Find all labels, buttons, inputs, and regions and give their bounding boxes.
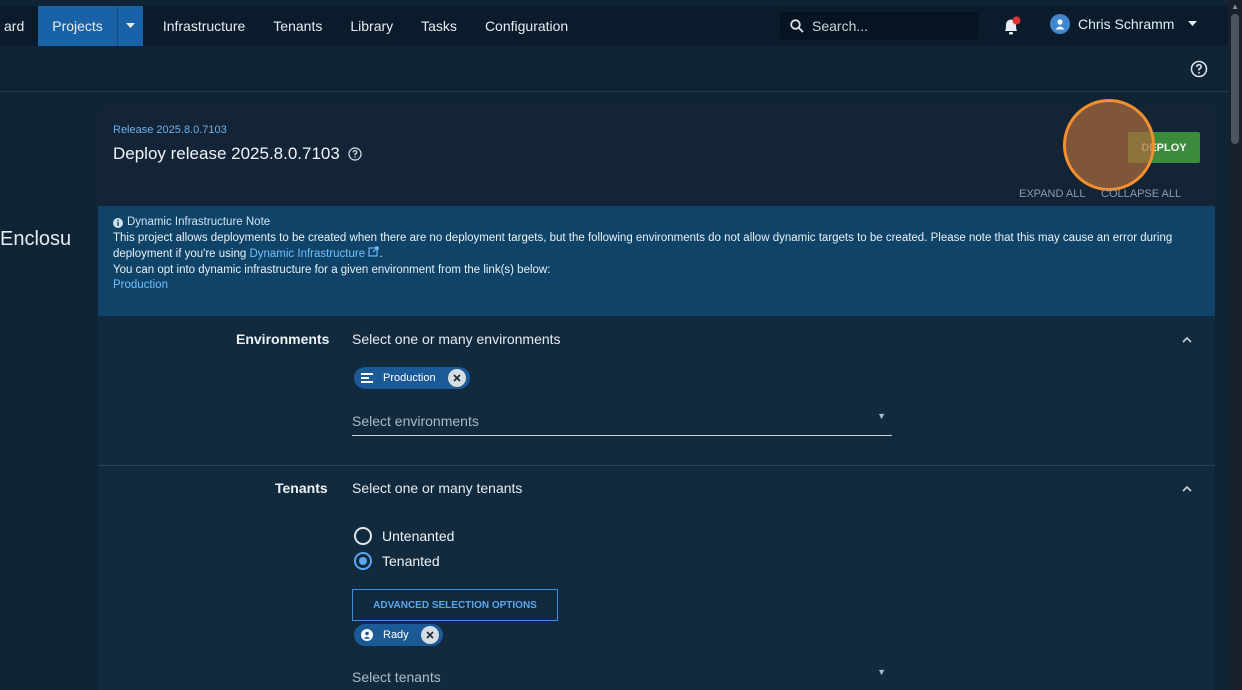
nav-dashboard[interactable]: ard xyxy=(0,6,38,46)
help-circle-icon[interactable] xyxy=(1190,60,1208,78)
environment-icon xyxy=(361,373,373,383)
production-env-link[interactable]: Production xyxy=(113,278,1200,294)
section-divider xyxy=(98,465,1215,466)
nav-library[interactable]: Library xyxy=(336,6,407,46)
radio-button[interactable] xyxy=(354,527,372,545)
dynamic-infrastructure-note: Dynamic Infrastructure Note This project… xyxy=(98,206,1215,316)
page-subheader xyxy=(0,46,1228,92)
page-title-text: Deploy release 2025.8.0.7103 xyxy=(113,144,340,163)
note-body: This project allows deployments to be cr… xyxy=(113,231,1200,263)
avatar xyxy=(1050,14,1070,34)
nav-projects[interactable]: Projects xyxy=(38,6,117,46)
collapse-all-link[interactable]: COLLAPSE ALL xyxy=(1101,188,1181,200)
nav-infrastructure[interactable]: Infrastructure xyxy=(149,6,259,46)
info-icon xyxy=(113,217,123,228)
remove-chip-icon[interactable] xyxy=(447,369,466,387)
release-breadcrumb-link[interactable]: Release 2025.8.0.7103 xyxy=(113,124,227,136)
nav-tenants[interactable]: Tenants xyxy=(259,6,336,46)
advanced-selection-options-button[interactable]: ADVANCED SELECTION OPTIONS xyxy=(352,589,558,621)
environments-select[interactable]: Select environments ▼ xyxy=(352,408,892,436)
tenants-select[interactable]: Select tenants ▼ xyxy=(352,664,892,690)
radio-tenanted-label: Tenanted xyxy=(382,553,440,569)
radio-tenanted[interactable]: Tenanted xyxy=(354,552,440,570)
radio-button-checked[interactable] xyxy=(354,552,372,570)
environment-chip-production: Production xyxy=(354,367,470,389)
chevron-up-icon[interactable] xyxy=(1182,481,1192,495)
caret-down-icon xyxy=(125,23,135,28)
page-title: Deploy release 2025.8.0.7103 xyxy=(113,144,362,164)
tenants-subtitle: Select one or many tenants xyxy=(352,480,523,496)
user-icon xyxy=(1055,19,1065,30)
environments-select-placeholder: Select environments xyxy=(352,413,479,429)
help-circle-icon[interactable] xyxy=(348,147,362,161)
search-icon xyxy=(790,19,804,33)
radio-untenanted-label: Untenanted xyxy=(382,528,455,544)
tenant-chip-rady: Rady xyxy=(354,624,443,646)
scroll-up-arrow-icon[interactable]: ▲ xyxy=(1231,2,1239,11)
top-nav-bar: ard Projects Infrastructure Tenants Libr… xyxy=(0,6,1228,46)
search-input[interactable]: Search... xyxy=(780,12,978,40)
click-indicator xyxy=(1063,99,1155,191)
nav-configuration[interactable]: Configuration xyxy=(471,6,582,46)
tenant-chip-label: Rady xyxy=(383,629,409,641)
caret-down-icon: ▼ xyxy=(877,411,886,421)
card-header: Release 2025.8.0.7103 Deploy release 202… xyxy=(98,99,1215,206)
user-name: Chris Schramm xyxy=(1078,16,1175,32)
environments-label: Environments xyxy=(236,331,330,347)
environments-subtitle: Select one or many environments xyxy=(352,331,561,347)
notifications-bell-icon[interactable] xyxy=(1002,16,1022,38)
note-line2: You can opt into dynamic infrastructure … xyxy=(113,263,551,276)
user-menu[interactable]: Chris Schramm xyxy=(1050,14,1198,34)
environment-chip-label: Production xyxy=(383,372,436,384)
note-line1-end: . xyxy=(379,248,383,260)
remove-chip-icon[interactable] xyxy=(420,626,439,644)
scrollbar-thumb[interactable] xyxy=(1231,14,1239,144)
chevron-up-icon[interactable] xyxy=(1182,332,1192,346)
search-placeholder: Search... xyxy=(812,18,869,34)
expand-all-link[interactable]: EXPAND ALL xyxy=(1019,188,1085,200)
note-title-text: Dynamic Infrastructure Note xyxy=(127,216,271,228)
dynamic-infrastructure-link[interactable]: Dynamic Infrastructure xyxy=(249,248,365,260)
nav-tasks[interactable]: Tasks xyxy=(407,6,471,46)
projects-dropdown-button[interactable] xyxy=(116,6,143,46)
caret-down-icon: ▼ xyxy=(877,667,886,677)
radio-untenanted[interactable]: Untenanted xyxy=(354,527,454,545)
tenant-icon xyxy=(361,629,373,641)
tenants-label: Tenants xyxy=(275,480,328,496)
page-scrollbar[interactable]: ▲ xyxy=(1228,0,1242,690)
external-link-icon[interactable] xyxy=(368,246,379,257)
project-name-truncated: Enclosu xyxy=(0,228,72,250)
deploy-release-card: Release 2025.8.0.7103 Deploy release 202… xyxy=(98,99,1215,690)
caret-down-icon xyxy=(1188,21,1198,26)
tenants-select-placeholder: Select tenants xyxy=(352,669,441,685)
note-title: Dynamic Infrastructure Note xyxy=(113,215,1200,231)
